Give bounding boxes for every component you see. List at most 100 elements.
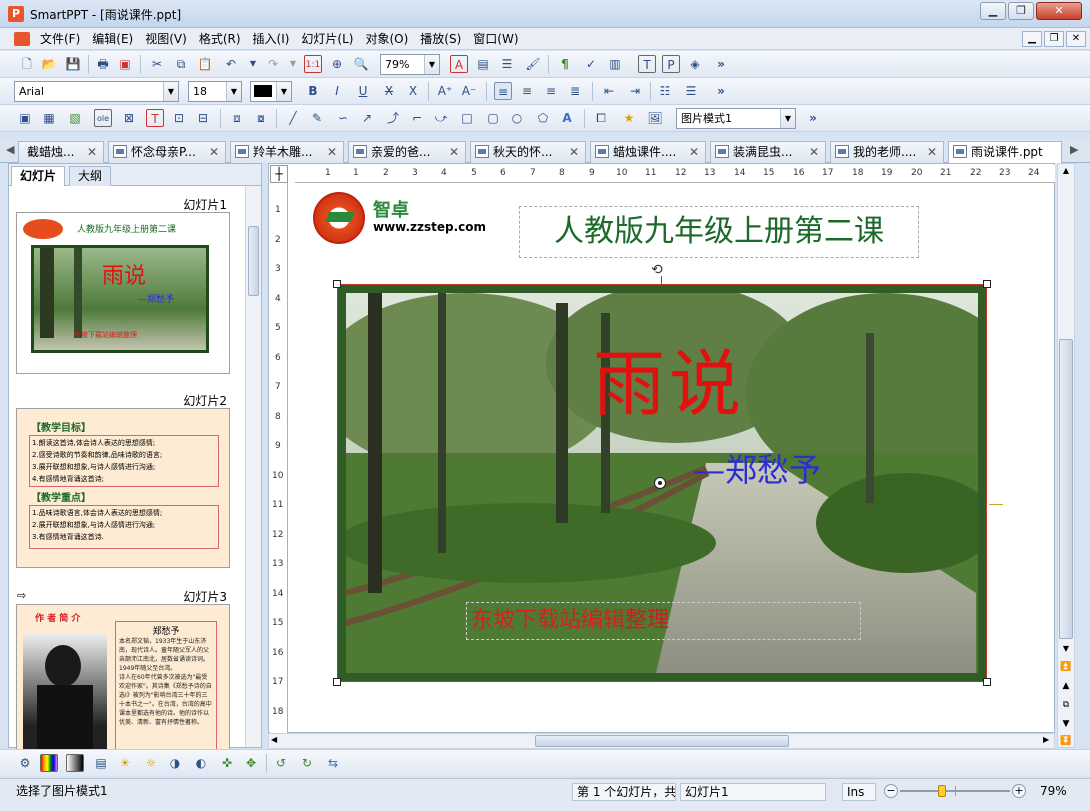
star-icon[interactable]: ★ bbox=[620, 109, 638, 127]
slide-thumbnail-1[interactable]: 人教版九年级上册第二课 雨说 —郑愁予 东坡下载站编辑整理 bbox=[16, 212, 230, 374]
chart-icon[interactable]: ▥ bbox=[606, 55, 624, 73]
pdf-icon[interactable]: ▣ bbox=[116, 55, 134, 73]
tab-outline[interactable]: 大纲 bbox=[69, 166, 112, 186]
close-tab-icon[interactable]: ✕ bbox=[449, 142, 459, 162]
align-right-icon[interactable]: ≡ bbox=[542, 82, 560, 100]
paste-icon[interactable]: 📋 bbox=[196, 55, 214, 73]
find-icon[interactable]: 🔍 bbox=[352, 55, 370, 73]
justify-icon[interactable]: ≣ bbox=[566, 82, 584, 100]
close-button[interactable]: ✕ bbox=[1036, 2, 1082, 20]
redo-dropdown-icon[interactable]: ▼ bbox=[284, 55, 302, 73]
menu-edit[interactable]: 编辑(E) bbox=[86, 28, 139, 50]
scrollbar-thumb[interactable] bbox=[535, 735, 789, 747]
chart-object-icon[interactable]: ⊠ bbox=[120, 109, 138, 127]
tab-document[interactable]: 装满昆虫... ✕ bbox=[710, 141, 826, 163]
picture-frame-icon[interactable]: ⊟ bbox=[194, 109, 212, 127]
group-icon[interactable]: ⧈ bbox=[228, 109, 246, 127]
increase-indent-icon[interactable]: ⇥ bbox=[626, 82, 644, 100]
slide-thumbnail-3[interactable]: 作 者 简 介 郑愁予 本名郑文韬，1933年生于山东济南，现代诗人。童年随父军… bbox=[16, 604, 230, 749]
actual-size-icon[interactable]: 1:1 bbox=[304, 55, 322, 73]
grow-font-icon[interactable]: A⁺ bbox=[436, 82, 454, 100]
scroll-up-icon[interactable]: ▲ bbox=[1059, 164, 1073, 178]
more-tools-icon[interactable]: » bbox=[712, 55, 730, 73]
tab-document[interactable]: 秋天的怀... ✕ bbox=[470, 141, 586, 163]
scrollbar-thumb[interactable] bbox=[1059, 339, 1073, 639]
tab-scroll-left-icon[interactable]: ◀ bbox=[6, 143, 14, 156]
open-icon[interactable]: 📂 bbox=[40, 55, 58, 73]
slide-thumbnail-2[interactable]: 【教学目标】 1.朗读这首诗,体会诗人表达的思想感情; 2.感受诗歌的节奏和韵律… bbox=[16, 408, 230, 568]
wordart-icon[interactable]: A bbox=[558, 109, 576, 127]
slide-view-icon[interactable]: ⧉ bbox=[1059, 698, 1073, 712]
contrast-up-icon[interactable]: ◑ bbox=[166, 754, 184, 772]
format-painter-icon[interactable]: 🖌 bbox=[524, 55, 542, 73]
decrease-indent-icon[interactable]: ⇤ bbox=[600, 82, 618, 100]
picture-tool-icon[interactable]: 🖼 bbox=[646, 109, 664, 127]
rounded-rect-icon[interactable]: ▢ bbox=[484, 109, 502, 127]
rectangle-icon[interactable]: □ bbox=[458, 109, 476, 127]
menu-object[interactable]: 对象(O) bbox=[359, 28, 414, 50]
picture-settings-icon[interactable]: ⚙ bbox=[16, 754, 34, 772]
text-box-icon[interactable]: T bbox=[638, 55, 656, 73]
tab-document[interactable]: 亲爱的爸... ✕ bbox=[348, 141, 466, 163]
menu-window[interactable]: 窗口(W) bbox=[467, 28, 524, 50]
layers-icon[interactable]: ◈ bbox=[686, 55, 704, 73]
slides-scrollbar[interactable] bbox=[245, 186, 261, 747]
tab-document[interactable]: 我的老师.... ✕ bbox=[830, 141, 944, 163]
curve-connector-icon[interactable]: ⤻ bbox=[432, 109, 450, 127]
new-icon[interactable]: 🗋 bbox=[18, 55, 36, 73]
picture-mode-select[interactable]: 图片模式1 ▼ bbox=[676, 108, 796, 129]
zoom-slider-thumb[interactable] bbox=[938, 785, 946, 797]
resize-handle[interactable] bbox=[333, 678, 341, 686]
brightness-up-icon[interactable]: ☀ bbox=[116, 754, 134, 772]
menu-view[interactable]: 视图(V) bbox=[139, 28, 193, 50]
next-slide-icon[interactable]: ▼ bbox=[1059, 717, 1073, 731]
tab-document[interactable]: 截蜡烛... ✕ bbox=[18, 141, 104, 163]
poem-author[interactable]: —郑愁予 bbox=[693, 445, 821, 491]
zoom-out-icon[interactable]: − bbox=[884, 784, 898, 798]
font-select[interactable]: Arial ▼ bbox=[14, 81, 179, 102]
save-icon[interactable]: 💾 bbox=[64, 55, 82, 73]
reset-picture-icon[interactable]: ✥ bbox=[242, 754, 260, 772]
menu-file[interactable]: 文件(F) bbox=[34, 28, 86, 50]
maximize-button[interactable]: ❐ bbox=[1008, 2, 1034, 20]
text-color-icon[interactable]: A bbox=[450, 55, 468, 73]
rotate-right-icon[interactable]: ↻ bbox=[298, 754, 316, 772]
copy-icon[interactable]: ⧉ bbox=[172, 55, 190, 73]
select-frame-icon[interactable]: ▣ bbox=[16, 109, 34, 127]
menu-format[interactable]: 格式(R) bbox=[193, 28, 247, 50]
clear-format-icon[interactable]: X bbox=[404, 82, 422, 100]
cut-icon[interactable]: ✂ bbox=[148, 55, 166, 73]
color-mode-icon[interactable] bbox=[40, 754, 58, 772]
poem-title[interactable]: 雨说 bbox=[593, 325, 745, 430]
line-icon[interactable]: ╱ bbox=[284, 109, 302, 127]
black-white-icon[interactable]: ▤ bbox=[92, 754, 110, 772]
tab-slides[interactable]: 幻灯片 bbox=[11, 166, 66, 186]
tab-document[interactable]: 蜡烛课件.... ✕ bbox=[590, 141, 706, 163]
redo-icon[interactable]: ↷ bbox=[264, 55, 282, 73]
ungroup-icon[interactable]: ⧇ bbox=[252, 109, 270, 127]
minimize-button[interactable]: ▁ bbox=[980, 2, 1006, 20]
slide-picture[interactable]: 雨说 —郑愁予 东坡下载站编辑整理 bbox=[337, 284, 987, 682]
spell-icon[interactable]: ✓ bbox=[582, 55, 600, 73]
doc-minimize-button[interactable]: ▁ bbox=[1022, 31, 1042, 47]
strikethrough-icon[interactable]: X bbox=[380, 82, 398, 100]
menu-insert[interactable]: 插入(I) bbox=[247, 28, 296, 50]
ruler-origin-icon[interactable]: ┼ bbox=[270, 165, 288, 183]
close-tab-icon[interactable]: ✕ bbox=[927, 142, 937, 162]
zoom-select[interactable]: 79% ▼ bbox=[380, 54, 440, 75]
close-tab-icon[interactable]: ✕ bbox=[87, 142, 97, 162]
undo-icon[interactable]: ↶ bbox=[222, 55, 240, 73]
bullet-list-icon[interactable]: ☰ bbox=[682, 82, 700, 100]
zoom-slider[interactable] bbox=[900, 785, 1010, 797]
pen-icon[interactable]: ✎ bbox=[308, 109, 326, 127]
bold-icon[interactable]: B bbox=[304, 82, 322, 100]
center-handle-icon[interactable] bbox=[654, 477, 666, 489]
tab-document[interactable]: 羚羊木雕... ✕ bbox=[230, 141, 344, 163]
menu-play[interactable]: 播放(S) bbox=[414, 28, 467, 50]
flip-icon[interactable]: ⇆ bbox=[324, 754, 342, 772]
zoom-in-icon[interactable]: ⊕ bbox=[328, 55, 346, 73]
close-tab-icon[interactable]: ✕ bbox=[327, 142, 337, 162]
crop-icon[interactable]: ⧠ bbox=[592, 109, 610, 127]
close-tab-icon[interactable]: ✕ bbox=[809, 142, 819, 162]
doc-close-button[interactable]: ✕ bbox=[1066, 31, 1086, 47]
